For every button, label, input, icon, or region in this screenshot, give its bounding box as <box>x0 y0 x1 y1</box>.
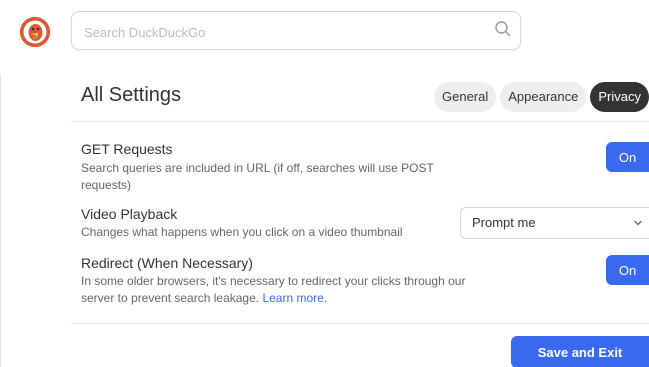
settings-tabs: General Appearance Privacy <box>434 82 649 112</box>
setting-title-get-requests: GET Requests <box>81 141 173 157</box>
select-value: Prompt me <box>472 215 536 230</box>
learn-more-link[interactable]: Learn more <box>262 291 323 305</box>
setting-desc-video-playback: Changes what happens when you click on a… <box>81 225 403 239</box>
redirect-toggle-button[interactable]: On <box>606 255 649 285</box>
settings-window: All Settings General Appearance Privacy … <box>0 0 649 367</box>
top-divider <box>71 121 649 122</box>
chevron-down-icon <box>634 220 642 226</box>
setting-title-video-playback: Video Playback <box>81 206 178 222</box>
redirect-desc-end: . <box>323 291 328 305</box>
video-playback-select[interactable]: Prompt me <box>460 207 649 239</box>
tab-appearance[interactable]: Appearance <box>500 82 587 112</box>
setting-title-redirect: Redirect (When Necessary) <box>81 255 253 271</box>
settings-content: All Settings General Appearance Privacy … <box>0 74 649 367</box>
duckduckgo-logo-icon[interactable] <box>20 17 50 47</box>
setting-desc-redirect: In some older browsers, it's necessary t… <box>81 273 481 307</box>
page-title: All Settings <box>81 84 182 106</box>
tab-general[interactable]: General <box>434 82 497 112</box>
search-box[interactable] <box>71 11 521 50</box>
setting-desc-get-requests: Search queries are included in URL (if o… <box>81 161 434 192</box>
save-and-exit-button[interactable]: Save and Exit <box>511 336 649 367</box>
bottom-divider <box>71 323 649 324</box>
tab-privacy[interactable]: Privacy <box>590 82 649 112</box>
search-icon[interactable] <box>494 20 512 38</box>
top-bar <box>0 0 649 74</box>
search-input[interactable] <box>82 20 476 44</box>
get-requests-toggle-button[interactable]: On <box>606 142 649 172</box>
